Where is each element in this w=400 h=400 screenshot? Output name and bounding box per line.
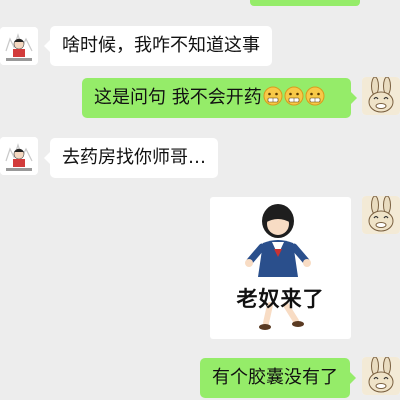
bunny-cartoon-avatar-icon — [362, 357, 400, 395]
bunny-cartoon-avatar-icon — [362, 196, 400, 234]
contact-avatar[interactable] — [0, 27, 38, 65]
message-text: 啥时候，我咋不知道这事 — [62, 35, 260, 56]
grimace-emoji-icon — [305, 86, 325, 106]
my-avatar[interactable] — [362, 196, 400, 234]
message-text: 有个胶囊没有了 — [212, 367, 338, 388]
contact-avatar[interactable] — [0, 137, 38, 175]
message-bubble[interactable]: 啥时候，我咋不知道这事 — [44, 26, 272, 66]
message-bubble[interactable]: 这是问句 我不会开药 — [82, 78, 357, 118]
previous-message-bubble-edge[interactable] — [250, 0, 360, 6]
doctor-cartoon-avatar-icon — [0, 27, 38, 65]
message-text: 去药房找你师哥… — [62, 147, 206, 168]
my-avatar[interactable] — [362, 357, 400, 395]
doctor-cartoon-avatar-icon — [0, 137, 38, 175]
grimace-emoji-icon — [284, 86, 304, 106]
message-bubble[interactable]: 有个胶囊没有了 — [200, 358, 356, 398]
grimace-emoji-icon — [263, 86, 283, 106]
message-text: 这是问句 我不会开药 — [94, 87, 262, 108]
chat-area: 啥时候，我咋不知道这事 这是问句 我不会开药 去药房找你师哥… 老奴来了 有个胶… — [0, 0, 400, 400]
running-girl-sticker-icon — [245, 204, 311, 330]
my-avatar[interactable] — [362, 77, 400, 115]
message-bubble[interactable]: 去药房找你师哥… — [44, 138, 218, 178]
sticker-message[interactable]: 老奴来了 — [210, 197, 351, 339]
sticker-caption: 老奴来了 — [236, 287, 325, 311]
bunny-cartoon-avatar-icon — [362, 77, 400, 115]
